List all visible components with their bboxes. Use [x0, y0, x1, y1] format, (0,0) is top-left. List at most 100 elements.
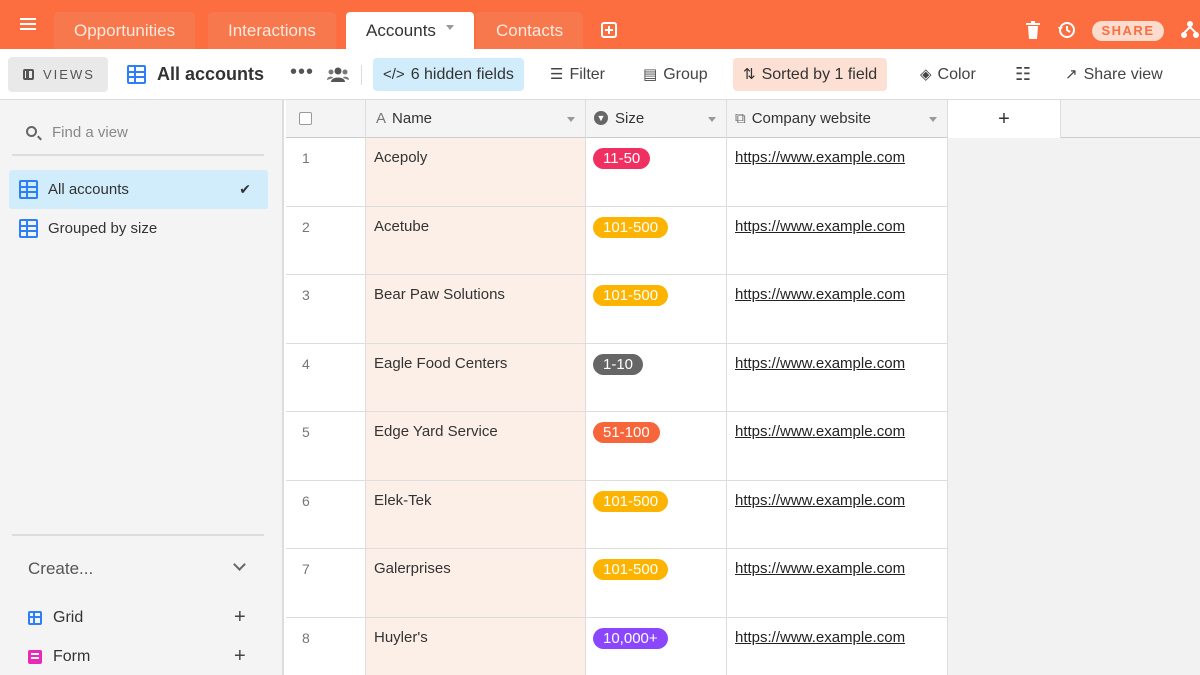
- share-view-icon: ↗: [1065, 66, 1078, 83]
- column-header-website[interactable]: ⧉ Company website: [727, 100, 948, 138]
- trash-icon[interactable]: [1026, 21, 1040, 39]
- website-cell[interactable]: https://www.example.com: [727, 343, 948, 411]
- chevron-down-icon[interactable]: [708, 117, 716, 122]
- share-view-label: Share view: [1083, 66, 1163, 83]
- hidden-fields-button[interactable]: </> 6 hidden fields: [373, 58, 524, 91]
- views-label: VIEWS: [43, 67, 95, 82]
- table-row[interactable]: 1 Acepoly 11-50 https://www.example.com: [286, 138, 948, 207]
- website-link[interactable]: https://www.example.com: [735, 629, 905, 646]
- name-cell[interactable]: Acetube: [366, 206, 586, 274]
- size-cell[interactable]: 10,000+: [586, 617, 727, 675]
- more-icon[interactable]: •••: [290, 61, 314, 84]
- view-title[interactable]: All accounts: [157, 64, 264, 85]
- name-cell[interactable]: Elek-Tek: [366, 480, 586, 548]
- hide-icon: </>: [383, 66, 405, 83]
- tab-interactions[interactable]: Interactions: [208, 12, 336, 49]
- size-badge: 101-500: [593, 285, 669, 306]
- column-header-name[interactable]: A Name: [366, 100, 586, 138]
- collaborators-icon[interactable]: [327, 66, 349, 82]
- filter-button[interactable]: ☰ Filter: [540, 58, 615, 91]
- sidebar-item-grouped-by-size[interactable]: Grouped by size: [9, 209, 268, 248]
- menu-icon[interactable]: [20, 18, 36, 30]
- views-toggle-button[interactable]: VIEWS: [8, 57, 108, 92]
- table-row[interactable]: 3 Bear Paw Solutions 101-500 https://www.ex…: [286, 275, 948, 344]
- row-number: 6: [286, 480, 366, 548]
- row-number: 4: [286, 343, 366, 411]
- row-number: 5: [286, 412, 366, 480]
- add-table-icon[interactable]: [601, 22, 617, 38]
- users-icon[interactable]: [1180, 20, 1200, 40]
- sidebar-divider: [12, 534, 264, 536]
- account-name: Eagle Food Centers: [374, 354, 508, 372]
- table-row[interactable]: 7 Galerprises 101-500 https://www.example.c…: [286, 549, 948, 618]
- name-cell[interactable]: Acepoly: [366, 138, 586, 206]
- column-header-size[interactable]: ▼ Size: [586, 100, 727, 138]
- name-cell[interactable]: Huyler's: [366, 617, 586, 675]
- size-cell[interactable]: 101-500: [586, 206, 727, 274]
- sort-icon: ⇅: [743, 66, 756, 83]
- add-form-icon[interactable]: +: [234, 645, 246, 668]
- group-button[interactable]: ▤ Group: [633, 58, 718, 91]
- size-badge: 11-50: [593, 148, 651, 169]
- website-link[interactable]: https://www.example.com: [735, 218, 905, 235]
- history-icon[interactable]: [1057, 20, 1077, 40]
- create-form-item[interactable]: Form: [28, 648, 90, 666]
- table-row[interactable]: 6 Elek-Tek 101-500 https://www.example.com: [286, 480, 948, 549]
- view-toolbar: VIEWS All accounts ••• </> 6 hidden field…: [0, 49, 1200, 100]
- website-link[interactable]: https://www.example.com: [735, 492, 905, 509]
- tab-accounts[interactable]: Accounts: [346, 12, 474, 49]
- find-view-input[interactable]: [52, 124, 252, 141]
- size-cell[interactable]: 101-500: [586, 275, 727, 343]
- size-cell[interactable]: 51-100: [586, 412, 727, 480]
- select-all-checkbox[interactable]: [299, 112, 312, 125]
- website-link[interactable]: https://www.example.com: [735, 286, 905, 303]
- select-all-cell: [286, 100, 366, 138]
- name-cell[interactable]: Galerprises: [366, 549, 586, 617]
- name-cell[interactable]: Edge Yard Service: [366, 412, 586, 480]
- website-link[interactable]: https://www.example.com: [735, 560, 905, 577]
- website-link[interactable]: https://www.example.com: [735, 149, 905, 166]
- share-view-button[interactable]: ↗ Share view: [1055, 58, 1173, 91]
- table-row[interactable]: 8 Huyler's 10,000+ https://www.example.com: [286, 617, 948, 675]
- check-icon: ✔: [239, 181, 251, 197]
- color-button[interactable]: ◈ Color: [910, 58, 986, 91]
- website-cell[interactable]: https://www.example.com: [727, 412, 948, 480]
- tab-contacts[interactable]: Contacts: [476, 12, 584, 49]
- website-cell[interactable]: https://www.example.com: [727, 549, 948, 617]
- row-height-button[interactable]: ☷: [1005, 58, 1041, 91]
- tab-opportunities[interactable]: Opportunities: [54, 12, 196, 49]
- size-badge: 1-10: [593, 353, 644, 375]
- chevron-down-icon[interactable]: [233, 558, 246, 571]
- share-button[interactable]: SHARE: [1092, 21, 1164, 41]
- size-cell[interactable]: 101-500: [586, 480, 727, 548]
- sort-button[interactable]: ⇅ Sorted by 1 field: [733, 58, 888, 91]
- website-link[interactable]: https://www.example.com: [735, 355, 905, 372]
- row-number: 2: [286, 206, 366, 274]
- website-cell[interactable]: https://www.example.com: [727, 206, 948, 274]
- chevron-down-icon[interactable]: [929, 117, 937, 122]
- website-link[interactable]: https://www.example.com: [735, 423, 905, 440]
- size-cell[interactable]: 11-50: [586, 138, 727, 206]
- create-grid-item[interactable]: Grid: [28, 609, 83, 627]
- create-section-label[interactable]: Create...: [28, 559, 93, 579]
- name-cell[interactable]: Bear Paw Solutions: [366, 275, 586, 343]
- grid-view-icon: [19, 180, 38, 199]
- table-row[interactable]: 4 Eagle Food Centers 1-10 https://www.examp…: [286, 343, 948, 412]
- table-row[interactable]: 5 Edge Yard Service 51-100 https://www.exam…: [286, 412, 948, 481]
- website-cell[interactable]: https://www.example.com: [727, 275, 948, 343]
- chevron-down-icon[interactable]: [445, 25, 454, 31]
- name-cell[interactable]: Eagle Food Centers: [366, 343, 586, 411]
- account-name: Bear Paw Solutions: [374, 286, 505, 303]
- table-row[interactable]: 2 Acetube 101-500 https://www.example.com: [286, 206, 948, 275]
- website-cell[interactable]: https://www.example.com: [727, 617, 948, 675]
- add-grid-icon[interactable]: +: [234, 606, 246, 629]
- website-cell[interactable]: https://www.example.com: [727, 480, 948, 548]
- size-cell[interactable]: 101-500: [586, 549, 727, 617]
- chevron-down-icon[interactable]: [567, 117, 575, 122]
- add-field-button[interactable]: +: [948, 100, 1061, 138]
- sidebar-item-all-accounts[interactable]: All accounts ✔: [9, 170, 268, 209]
- text-field-icon: A: [376, 110, 387, 127]
- size-cell[interactable]: 1-10: [586, 343, 727, 411]
- website-cell[interactable]: https://www.example.com: [727, 138, 948, 206]
- account-name: Elek-Tek: [374, 491, 432, 509]
